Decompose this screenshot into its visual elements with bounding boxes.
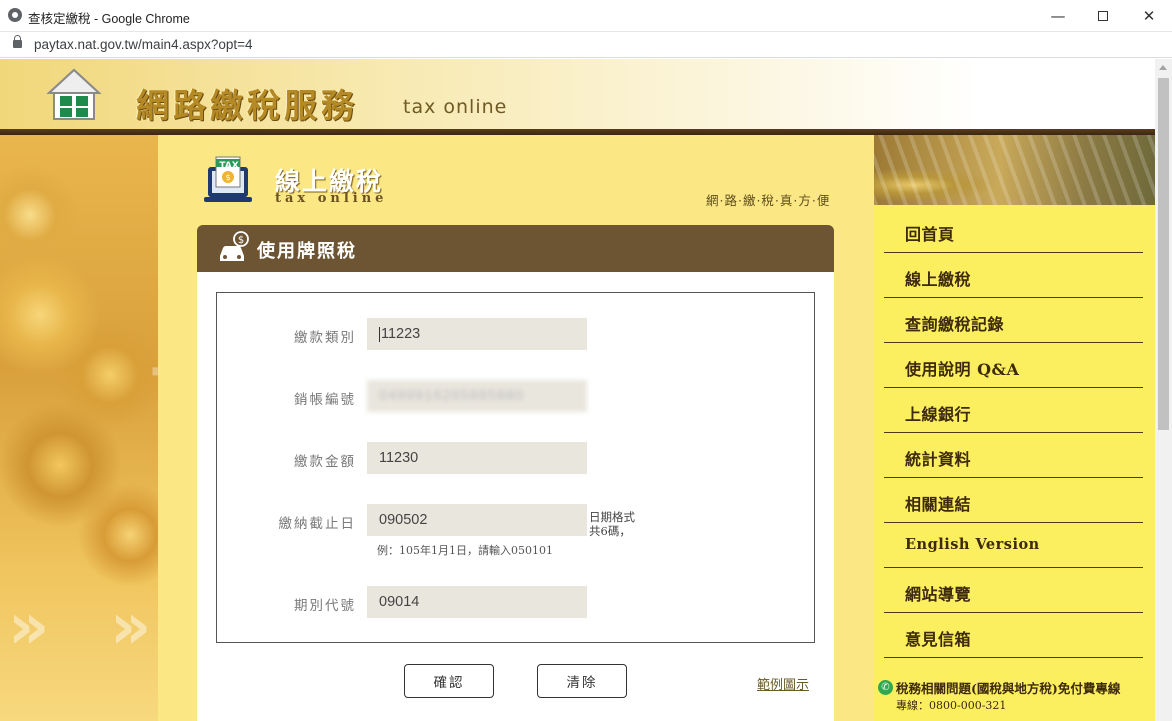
section-header-bar: $ 使用牌照稅 [197, 225, 834, 272]
window-title: 查核定繳稅 - Google Chrome [28, 12, 190, 26]
site-logo-english: tax online [403, 96, 508, 118]
hotline-title: 稅務相關問題(國稅與地方稅)免付費專線 [896, 681, 1121, 696]
sidebar-item-sitemap[interactable]: 網站導覽 [884, 568, 1143, 613]
clear-button[interactable]: 清除 [537, 664, 627, 698]
tax-badge-text: TAX [219, 161, 238, 169]
svg-text:$: $ [238, 235, 244, 246]
payment-category-input[interactable]: 11223 [367, 318, 587, 350]
sidebar-item-english[interactable]: English Version [884, 523, 1143, 568]
account-number-input[interactable]: 0499916265885880 [367, 380, 587, 412]
due-date-hint: 例：105年1月1日，請輸入050101 [377, 544, 553, 557]
svg-text:$: $ [225, 173, 230, 182]
main-content: $ TAX 線上繳稅 tax online 網·路·繳·稅·真·方·便 $ 使用… [158, 135, 874, 721]
payment-category-label: 繳款類別 [294, 330, 356, 346]
page-scrollbar[interactable] [1155, 59, 1172, 721]
hotline-number: 專線：0800-000-321 [896, 699, 1007, 712]
sidebar-item-home[interactable]: 回首頁 [884, 208, 1143, 253]
car-tax-icon: $ [220, 231, 249, 261]
sidebar-item-label: 線上繳稅 [905, 270, 972, 289]
phone-icon: ✆ [878, 680, 893, 695]
minimize-icon: — [1050, 7, 1066, 25]
lock-icon[interactable] [13, 35, 22, 48]
due-date-label: 繳納截止日 [278, 516, 356, 532]
maximize-button[interactable] [1080, 0, 1126, 32]
browser-titlebar: 查核定繳稅 - Google Chrome — ✕ [0, 0, 1172, 32]
payment-category-value: 11223 [381, 326, 421, 342]
account-number-label: 銷帳編號 [294, 392, 356, 408]
date-format-note-line1: 日期格式 [589, 510, 635, 524]
chevron-right-icon: » [110, 590, 152, 664]
sidebar-item-label: 網站導覽 [905, 585, 972, 604]
sidebar-item-tax-records[interactable]: 查詢繳稅記錄 [884, 298, 1143, 343]
sidebar-item-banks[interactable]: 上線銀行 [884, 388, 1143, 433]
tax-badge: TAX [219, 161, 238, 169]
page-viewport: 網路繳稅服務 tax online welcome » » $ TAX 線上繳稅… [0, 59, 1172, 721]
url-text[interactable]: paytax.nat.gov.tw/main4.aspx?opt=4 [34, 37, 253, 52]
sidebar-item-label: 上線銀行 [905, 405, 972, 424]
address-bar[interactable]: paytax.nat.gov.tw/main4.aspx?opt=4 [0, 32, 1172, 58]
sidebar-item-label: English Version [905, 536, 1040, 553]
period-code-input[interactable]: 09014 [367, 586, 587, 618]
left-decoration-panel: welcome » » [0, 135, 199, 721]
close-icon: ✕ [1142, 7, 1156, 25]
home-house-icon[interactable] [46, 67, 102, 123]
due-date-input[interactable]: 090502 [367, 504, 587, 536]
sidebar-item-links[interactable]: 相關連結 [884, 478, 1143, 523]
sidebar-item-label: 回首頁 [905, 225, 955, 244]
sidebar-item-label: 使用說明 Q&A [905, 360, 1020, 379]
example-link[interactable]: 範例圖示 [757, 674, 809, 693]
payment-amount-label: 繳款金額 [294, 454, 356, 470]
sidebar-item-feedback[interactable]: 意見信箱 [884, 613, 1143, 658]
sidebar-item-qa[interactable]: 使用說明 Q&A [884, 343, 1143, 388]
payment-amount-input[interactable]: 11230 [367, 442, 587, 474]
online-title-english: tax online [275, 191, 388, 206]
scroll-up-icon[interactable] [1159, 65, 1167, 70]
confirm-button[interactable]: 確認 [404, 664, 494, 698]
chevron-right-icon: » [8, 590, 50, 664]
date-format-note-line2: 共6碼， [589, 524, 631, 538]
tax-form: 繳款類別 11223 銷帳編號 0499916265885880 繳款金額 11… [216, 292, 815, 643]
sidebar-item-online-tax[interactable]: 線上繳稅 [884, 253, 1143, 298]
right-decoration-image [874, 135, 1155, 205]
sidebar-menu: 回首頁 線上繳稅 查詢繳稅記錄 使用說明 Q&A 上線銀行 統計資料 相關連結 … [874, 205, 1155, 721]
sidebar-item-label: 相關連結 [905, 495, 972, 514]
sidebar-item-label: 查詢繳稅記錄 [905, 315, 1005, 334]
site-logo-chinese: 網路繳稅服務 [136, 86, 358, 125]
maximize-icon [1098, 11, 1108, 21]
sidebar-item-statistics[interactable]: 統計資料 [884, 433, 1143, 478]
text-cursor [379, 326, 380, 342]
chrome-app-icon [8, 8, 22, 22]
sidebar-item-label: 統計資料 [905, 450, 972, 469]
scrollbar-thumb[interactable] [1158, 78, 1169, 430]
sidebar-item-label: 意見信箱 [905, 630, 972, 649]
slogan: 網·路·繳·稅·真·方·便 [706, 193, 831, 208]
date-format-note: 日期格式 共6碼， [589, 510, 635, 538]
section-title: 使用牌照稅 [257, 241, 357, 262]
period-code-label: 期別代號 [294, 598, 356, 614]
form-panel: 繳款類別 11223 銷帳編號 0499916265885880 繳款金額 11… [197, 272, 834, 721]
minimize-button[interactable]: — [1035, 0, 1081, 32]
site-header: 網路繳稅服務 tax online [0, 59, 1155, 135]
close-button[interactable]: ✕ [1126, 0, 1172, 32]
